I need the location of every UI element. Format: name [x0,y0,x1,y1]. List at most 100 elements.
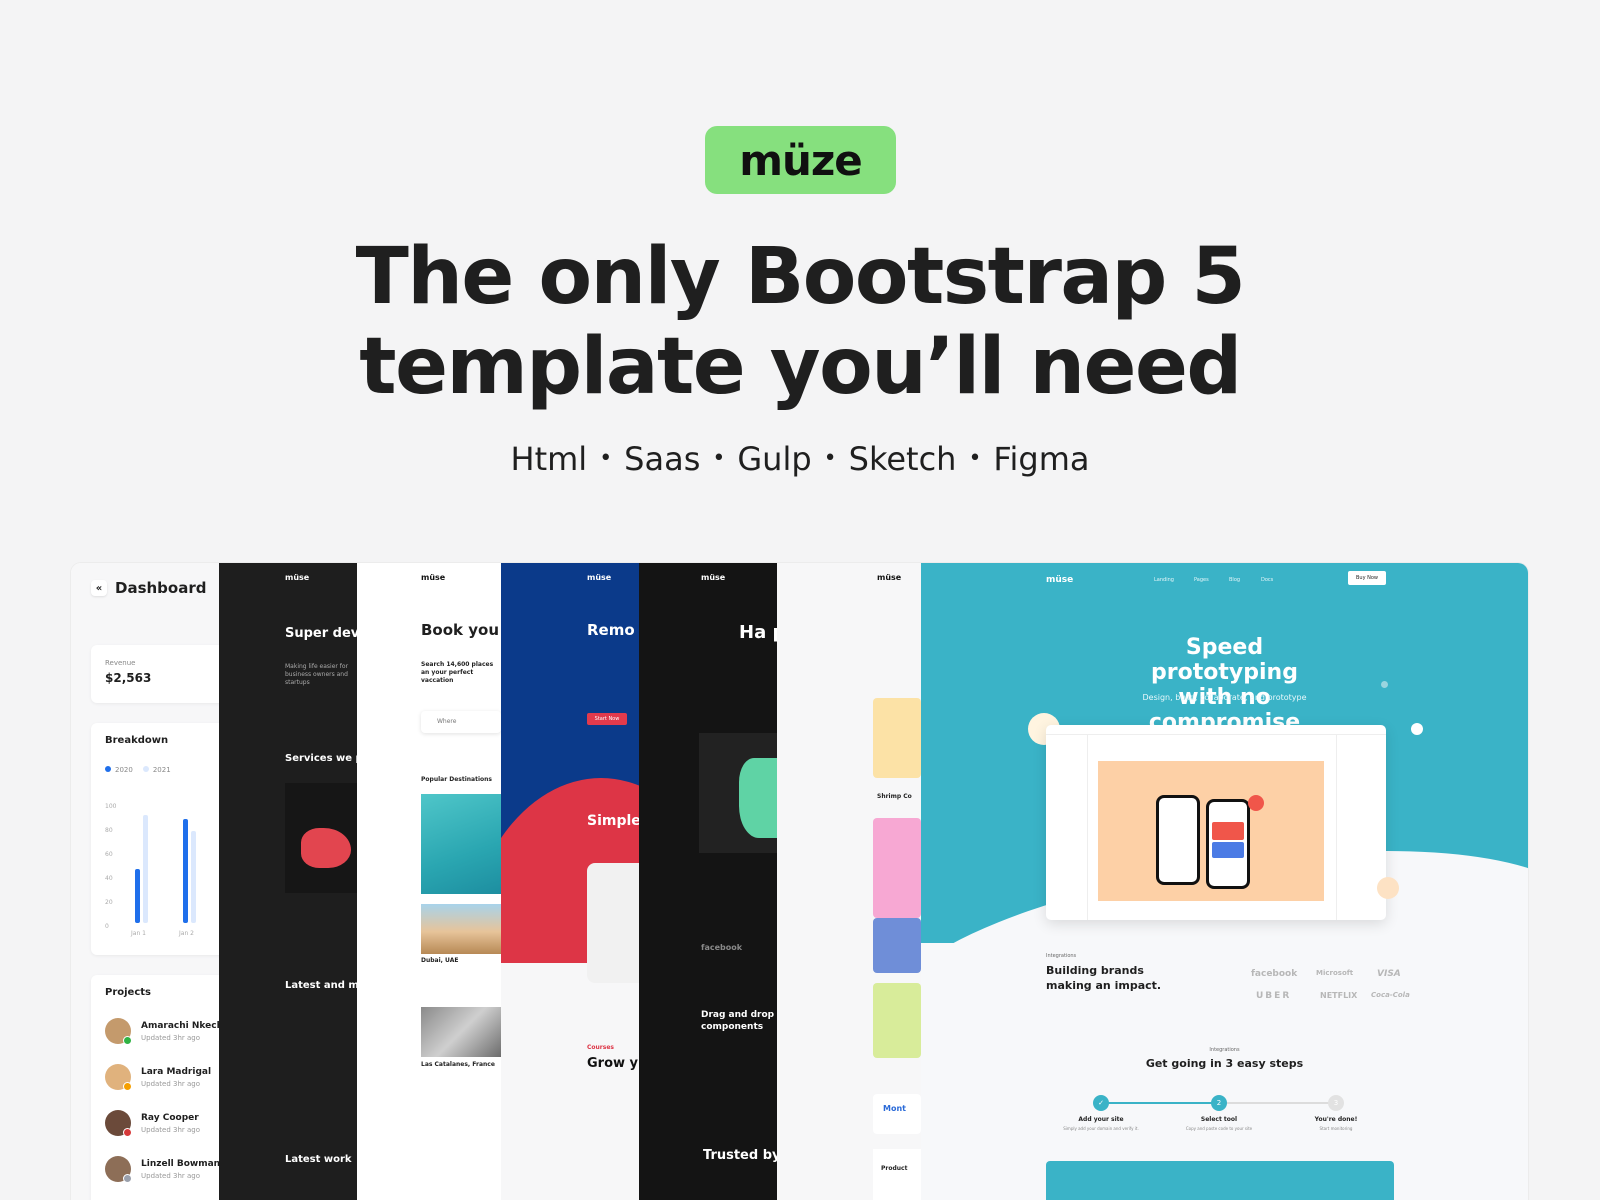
lower-section [501,963,639,1200]
buy-now-button[interactable]: Buy Now [1348,571,1386,585]
nav-blog[interactable]: Blog [1229,577,1240,583]
project-item[interactable]: Lara Madrigal Updated 3hr ago [105,1064,217,1091]
bullet-icon: • [599,445,613,471]
brands-heading: Building brands making an impact. [1046,964,1162,992]
tech-saas: Saas [624,440,701,478]
steps-remaining-line [1218,1102,1336,1104]
x-tick: Jan 2 [179,930,194,937]
product-tile[interactable] [873,918,921,973]
design-app-mockup [1046,725,1386,920]
project-name: Lara Madrigal [141,1066,212,1077]
dashboard-preview[interactable]: « Dashboard Revenue $2,563 Breakdown 202… [71,563,219,1200]
project-name: Ray Cooper [141,1112,199,1123]
project-updated: Updated 3hr ago [141,1125,201,1134]
chart-bar [135,869,140,923]
revenue-card: Revenue $2,563 [91,645,219,703]
avatar [105,1156,132,1183]
darkapp-preview[interactable]: müse Ha pow facebook Drag and drop compo… [639,563,777,1200]
travel-preview[interactable]: müse Book you trip insta Search 14,600 p… [357,563,501,1200]
step-2-indicator: 2 [1211,1095,1227,1111]
revenue-value: $2,563 [105,671,152,685]
coca-cola-logo: Coca-Cola [1371,991,1410,999]
nav-docs[interactable]: Docs [1261,577,1273,583]
project-item[interactable]: Linzell Bowman Updated 3hr ago [105,1156,219,1183]
step-2-label: Select tool [1200,1116,1238,1123]
facebook-logo: facebook [1251,969,1298,979]
course-heading: Remo cours simpl [587,621,639,639]
project-item[interactable]: Ray Cooper Updated 3hr ago [105,1110,217,1137]
footer-block: Product [873,1149,921,1200]
trusted-heading: Trusted by [703,1148,777,1163]
travel-desc: Search 14,600 places an your perfect vac… [421,661,494,684]
agency-services: Services we p [285,753,357,764]
breakdown-title: Breakdown [105,735,169,746]
prototype-preview[interactable]: müse Landing Pages Blog Docs Buy Now Spe… [921,563,1528,1200]
agency-preview[interactable]: müse Super dev coding ag Making life eas… [219,563,357,1200]
bullet-icon: • [712,445,726,471]
destination-photo[interactable] [421,794,501,894]
headline-line-1: The only Bootstrap 5 [355,232,1246,322]
uber-logo: UBER [1256,991,1292,1001]
step-2-sub: Copy and paste code to your site [1185,1126,1253,1131]
y-tick: 80 [105,827,113,834]
course-logo: müse [587,573,612,582]
tech-figma: Figma [993,440,1090,478]
start-now-button[interactable]: Start Now [587,713,627,725]
breakdown-card: Breakdown 2020 2021 100 80 60 40 20 0 Ja… [91,723,219,955]
breakdown-legend: 2020 2021 [105,766,217,774]
headline-line-2: template you’ll need [359,322,1242,412]
brand-logo[interactable]: müse [1046,575,1073,585]
legend-2020: 2020 [105,766,133,774]
course-grow-heading: Grow y with 50 [587,1056,639,1071]
project-updated: Updated 3hr ago [141,1079,201,1088]
dragdrop-heading: Drag and drop components [701,1010,775,1032]
course-preview[interactable]: müse Remo cours simpl Start Now Simple C… [501,563,639,1200]
project-name: Linzell Bowman [141,1158,219,1169]
footer-text: Mont [883,1104,906,1113]
travel-search-input[interactable]: Where [421,711,501,733]
product-tile[interactable] [873,698,921,778]
design-canvas [1098,761,1324,901]
netflix-logo: NETFLIX [1320,991,1358,1000]
project-name: Amarachi Nkechi [141,1020,219,1031]
destination-photo[interactable] [421,1007,501,1057]
product-tile[interactable] [873,818,921,918]
step-3-sub: Start monitoring [1319,1126,1353,1131]
product-tile[interactable] [873,983,921,1058]
product-name: Shrimp Co [877,793,912,800]
nav-landing[interactable]: Landing [1154,577,1174,583]
muze-logo: müze [705,126,896,194]
avatar [105,1018,132,1045]
city-name: Dubai, UAE [421,957,459,964]
project-item[interactable]: Amarachi Nkechi Updated 3hr ago [105,1018,219,1045]
step-1-label: Add your site [1078,1116,1124,1123]
course-simple: Simple [587,813,639,829]
navbar: müse Landing Pages Blog Docs Buy Now [921,563,1528,599]
popular-destinations: Popular Destinations [421,776,492,783]
travel-logo: müse [421,573,446,582]
microsoft-logo: Microsoft [1316,969,1354,977]
shop-logo: müse [877,573,902,582]
agency-desc: Making life easier for business owners a… [285,663,349,686]
app-toolbar [1046,725,1386,735]
city-name: Las Catalanes, France [421,1061,495,1068]
decorative-circle [1377,877,1399,899]
y-tick: 60 [105,851,113,858]
course-image [587,863,639,983]
darkapp-heading: Ha pow [739,622,777,643]
nav-pages[interactable]: Pages [1194,577,1209,583]
tech-sketch: Sketch [848,440,957,478]
chevrons-left-icon[interactable]: « [91,580,107,596]
chart-bar [191,831,196,923]
courses-label: Courses [587,1044,614,1051]
travel-heading: Book you trip insta [421,621,501,639]
notification-badge [1248,795,1264,811]
destination-photo[interactable] [421,904,501,954]
page-headline: The only Bootstrap 5 template you’ll nee… [0,232,1600,412]
integrations-label-2: Integrations [1209,1047,1240,1053]
agency-heading: Super dev coding ag [285,626,357,641]
tech-html: Html [510,440,588,478]
shop-preview[interactable]: müse Shrimp Co Mont Product [777,563,921,1200]
bullet-icon: • [823,445,837,471]
y-tick: 100 [105,803,117,810]
